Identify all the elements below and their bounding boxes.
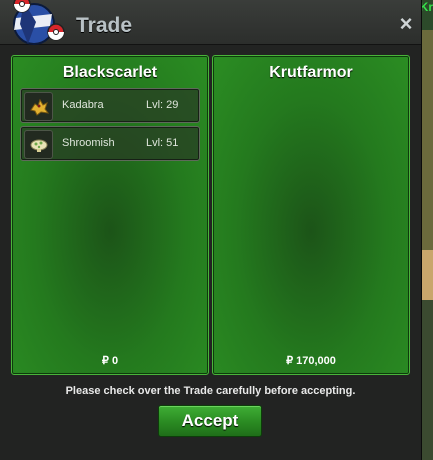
- close-icon[interactable]: ×: [397, 13, 415, 35]
- window-title: Trade: [76, 14, 133, 37]
- item-name: Shroomish: [62, 137, 115, 149]
- trade-window: Trade × Blackscarlet Kadabra Lvl: 29 Shr…: [0, 0, 422, 460]
- trade-notice: Please check over the Trade carefully be…: [65, 385, 356, 397]
- accept-button[interactable]: Accept: [158, 405, 262, 437]
- title-bar[interactable]: Trade ×: [0, 0, 421, 45]
- item-level: Lvl: 51: [146, 137, 179, 149]
- trade-panel-partner: Krutfarmor ₽ 170,000: [212, 55, 410, 375]
- pokeball-logo-icon: [13, 0, 65, 45]
- trade-item-slot[interactable]: Kadabra Lvl: 29: [20, 88, 200, 123]
- shroomish-icon: [24, 130, 53, 159]
- trade-panel-self: Blackscarlet Kadabra Lvl: 29 Shroomish L…: [11, 55, 209, 375]
- money-offer-left: ₽ 0: [101, 355, 119, 367]
- item-level: Lvl: 29: [146, 99, 179, 111]
- player-name-left: Blackscarlet: [62, 64, 158, 81]
- money-offer-right: ₽ 170,000: [286, 355, 336, 367]
- player-name-right: Krutfarmor: [269, 64, 353, 81]
- kadabra-icon: [24, 92, 53, 121]
- trade-item-slot[interactable]: Shroomish Lvl: 51: [20, 126, 200, 161]
- item-name: Kadabra: [62, 99, 104, 111]
